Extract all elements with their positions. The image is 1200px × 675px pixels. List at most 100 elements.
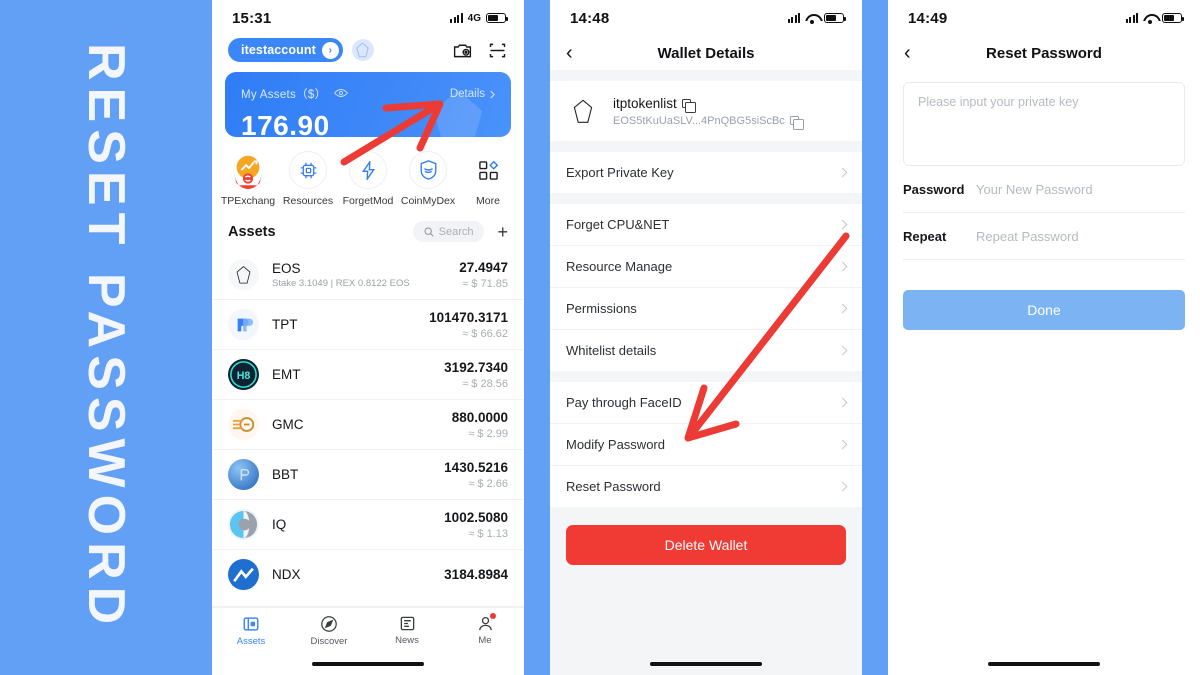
tab-news[interactable]: News [368, 615, 446, 646]
quick-action-coinmydex[interactable]: CoinMyDex [398, 151, 458, 207]
menu-item-pay-through-faceid[interactable]: Pay through FaceID [550, 382, 862, 424]
done-button[interactable]: Done [903, 290, 1185, 330]
menu-item-reset-password[interactable]: Reset Password [550, 466, 862, 507]
quick-action-resources[interactable]: Resources [278, 151, 338, 207]
status-indicators [1125, 13, 1185, 24]
asset-subtext: Stake 3.1049 | REX 0.8122 EOS [272, 277, 410, 289]
details-link[interactable]: Details [450, 88, 495, 100]
network-label: 4G [467, 12, 481, 24]
back-button[interactable]: ‹ [904, 43, 911, 63]
menu-item-resource-manage[interactable]: Resource Manage [550, 246, 862, 288]
signal-icon [787, 13, 800, 23]
wallet-summary[interactable]: itptokenlist EOS5tKuUaSLV...4PnQBG5siScB… [550, 81, 862, 141]
delete-wallet-button[interactable]: Delete Wallet [566, 525, 846, 565]
asset-name: EMT [272, 367, 301, 382]
iq-token-icon [228, 509, 259, 540]
asset-usd: ≈ $ 1.13 [468, 527, 508, 540]
assets-balance-card: My Assets（$） Details 176.90 Send [225, 72, 511, 137]
menu-group-resources: Forget CPU&NET Resource Manage Permissio… [550, 204, 862, 371]
asset-amount: 27.4947 [459, 259, 508, 275]
asset-amount: 880.0000 [451, 409, 508, 425]
camera-icon[interactable] [452, 40, 473, 61]
search-placeholder: Search [438, 225, 474, 238]
chevron-right-icon [837, 261, 848, 272]
phone-screen-assets: 15:31 4G itestaccount › My Assets（$） Det… [212, 0, 524, 675]
grid-icon [469, 151, 507, 189]
asset-amount: 1002.5080 [444, 509, 508, 525]
menu-item-export-private-key[interactable]: Export Private Key [550, 152, 862, 193]
status-bar: 15:31 4G [212, 0, 524, 36]
copy-address-icon[interactable] [789, 116, 805, 131]
table-row[interactable]: IQ 1002.5080 ≈ $ 1.13 [212, 500, 524, 550]
quick-actions-row: TPExchang Resources ForgetMod CoinMyDex … [212, 137, 524, 211]
menu-item-permissions[interactable]: Permissions [550, 288, 862, 330]
search-input[interactable]: Search [412, 221, 485, 242]
chevron-right-icon [837, 345, 848, 356]
password-label: Password [903, 181, 965, 197]
wallet-icon [243, 616, 259, 631]
emt-token-icon: H8 [228, 359, 259, 390]
menu-label: Permissions [566, 301, 637, 316]
ndx-token-icon [228, 559, 259, 590]
phone-screen-reset-password: 14:49 ‹ Reset Password Please input your… [888, 0, 1200, 675]
signal-icon [450, 13, 463, 23]
page-title: Wallet Details [657, 44, 755, 62]
menu-item-whitelist-details[interactable]: Whitelist details [550, 330, 862, 371]
tab-discover[interactable]: Discover [290, 615, 368, 647]
battery-icon [486, 13, 509, 23]
section-divider [550, 141, 862, 152]
table-row[interactable]: EOS Stake 3.1049 | REX 0.8122 EOS 27.494… [212, 250, 524, 300]
table-row[interactable]: NDX 3184.8984 [212, 550, 524, 607]
table-row[interactable]: BBT 1430.5216 ≈ $ 2.66 [212, 450, 524, 500]
section-divider [550, 70, 862, 81]
back-button[interactable]: ‹ [566, 43, 573, 63]
tab-me[interactable]: Me [446, 613, 524, 646]
asset-usd: ≈ $ 71.85 [462, 277, 508, 290]
assets-list: EOS Stake 3.1049 | REX 0.8122 EOS 27.494… [212, 250, 524, 607]
quick-action-tpexchange[interactable]: TPExchang [218, 151, 278, 207]
asset-name: TPT [272, 317, 298, 332]
notification-badge [490, 613, 496, 619]
repeat-password-input[interactable]: Repeat Password [976, 229, 1079, 244]
menu-item-forget-cpu-net[interactable]: Forget CPU&NET [550, 204, 862, 246]
status-time: 14:48 [570, 9, 610, 27]
eos-token-icon [228, 259, 259, 290]
search-icon [424, 226, 434, 237]
account-switcher[interactable]: itestaccount › [228, 38, 343, 62]
scan-icon[interactable] [487, 40, 508, 61]
private-key-input[interactable]: Please input your private key [903, 82, 1185, 166]
navigation-bar: ‹ Wallet Details [550, 36, 862, 70]
tab-label: Assets [236, 635, 266, 647]
tab-assets[interactable]: Assets [212, 615, 290, 647]
section-divider [550, 193, 862, 204]
menu-label: Whitelist details [566, 343, 657, 358]
menu-item-modify-password[interactable]: Modify Password [550, 424, 862, 466]
status-bar: 14:48 [550, 0, 862, 36]
copy-name-icon[interactable] [681, 98, 696, 113]
quick-action-forgetmode[interactable]: ForgetMod [338, 151, 398, 207]
table-row[interactable]: TPT 101470.3171 ≈ $ 66.62 [212, 300, 524, 350]
asset-usd: ≈ $ 28.56 [462, 377, 508, 390]
compass-icon [321, 615, 337, 632]
wallet-name: itptokenlist [613, 95, 677, 111]
status-indicators [787, 13, 847, 24]
wifi-icon [805, 13, 819, 24]
svg-text:H8: H8 [237, 370, 251, 382]
chevron-right-icon: › [321, 41, 339, 59]
eye-icon[interactable] [334, 85, 349, 103]
bottom-tab-bar: Assets Discover News Me [212, 607, 524, 653]
status-time: 14:49 [908, 9, 948, 27]
table-row[interactable]: GMC 880.0000 ≈ $ 2.99 [212, 400, 524, 450]
asset-name: GMC [272, 417, 304, 432]
password-field-row[interactable]: Password Your New Password [903, 166, 1185, 213]
table-row[interactable]: H8 EMT 3192.7340 ≈ $ 28.56 [212, 350, 524, 400]
status-indicators: 4G [450, 12, 509, 24]
wallet-address-row: EOS5tKuUaSLV...4PnQBG5siScBc [613, 115, 805, 131]
details-label: Details [449, 88, 485, 100]
password-input[interactable]: Your New Password [976, 182, 1093, 197]
asset-usd: ≈ $ 2.66 [468, 477, 508, 490]
add-asset-button[interactable]: + [497, 223, 508, 241]
quick-action-more[interactable]: More [458, 151, 518, 207]
balance-amount: 176.90 [241, 110, 330, 137]
repeat-password-field-row[interactable]: Repeat Repeat Password [903, 213, 1185, 260]
